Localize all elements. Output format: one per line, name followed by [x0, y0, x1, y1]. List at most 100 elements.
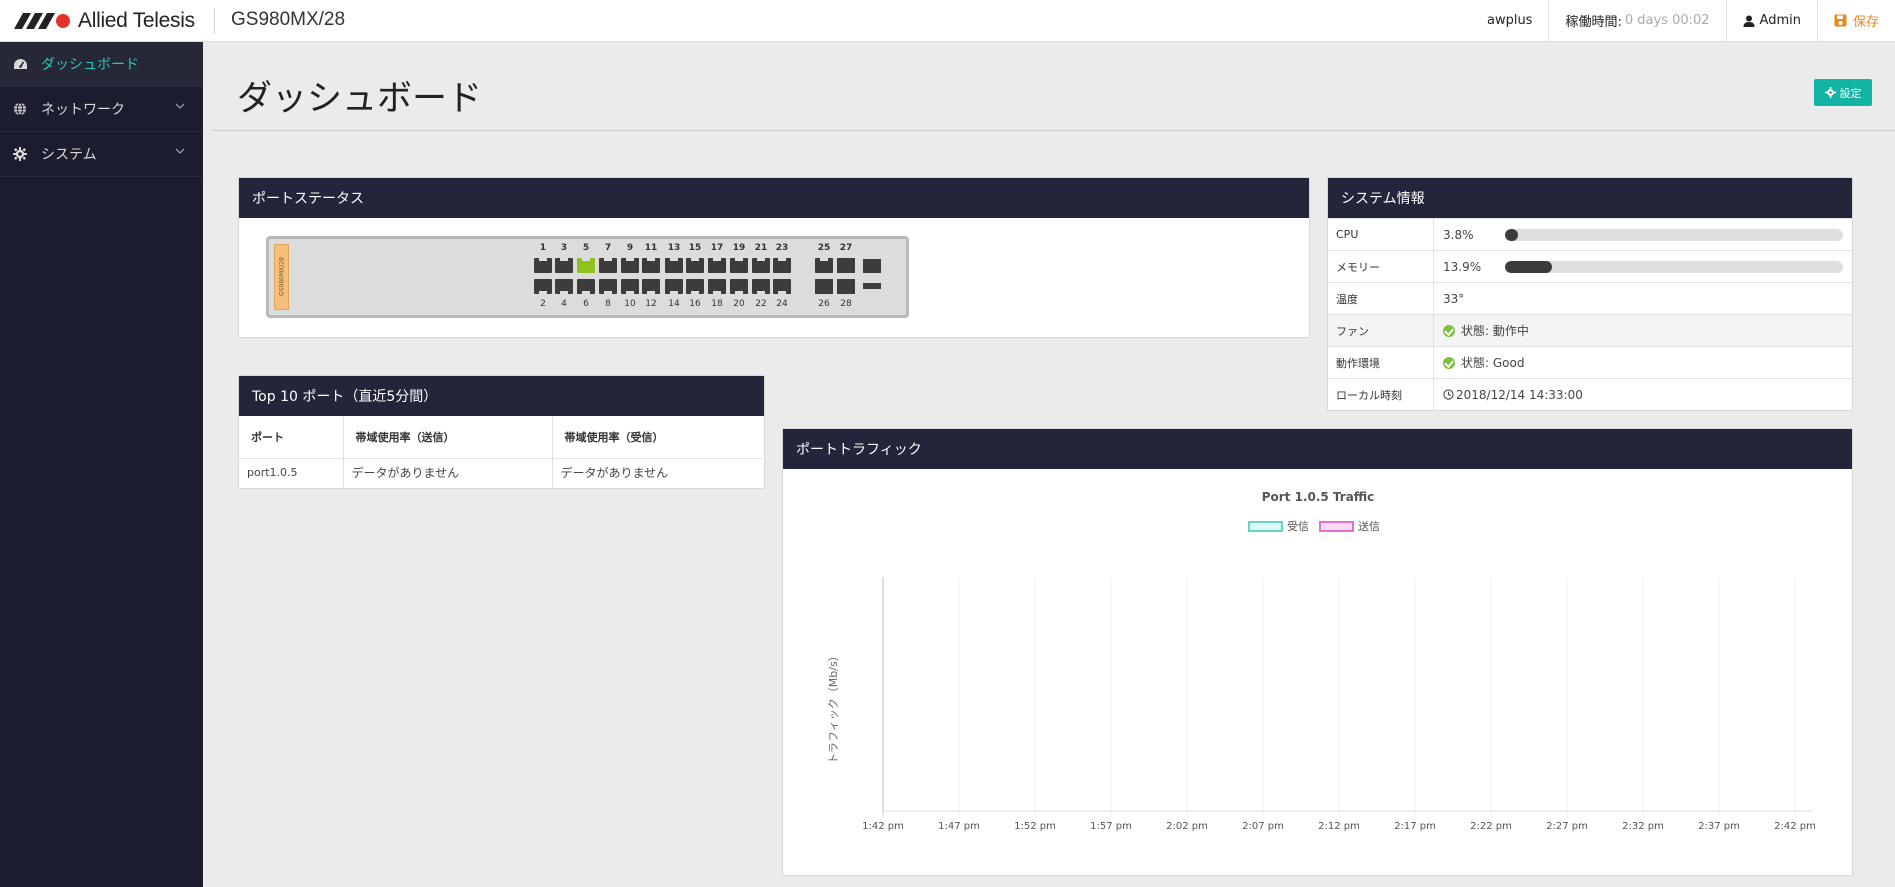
- port-13[interactable]: [665, 258, 683, 273]
- port-number: 23: [775, 243, 789, 253]
- globe-icon: [12, 101, 28, 117]
- x-tick-label: 1:47 pm: [938, 821, 980, 832]
- sidebar-item-label: システム: [41, 147, 97, 163]
- x-tick-label: 2:27 pm: [1546, 821, 1588, 832]
- port-number: 22: [755, 299, 767, 309]
- sidebar-item-network[interactable]: ネットワーク: [0, 87, 203, 132]
- system-info-text: 33°: [1443, 291, 1465, 306]
- port-18[interactable]: [708, 279, 726, 294]
- port-number: 20: [733, 299, 745, 309]
- page-divider: [212, 130, 1895, 131]
- chevron-down-icon: [175, 148, 185, 154]
- system-info-row: 温度 33°: [1328, 282, 1852, 314]
- port-number: 10: [624, 299, 636, 309]
- dashboard-icon: [12, 56, 28, 72]
- sidebar-item-label: ダッシュボード: [41, 57, 139, 73]
- port-22[interactable]: [752, 279, 770, 294]
- port-25[interactable]: [815, 258, 833, 273]
- gear-icon: [1824, 87, 1836, 98]
- system-info-label: ファン: [1328, 315, 1434, 346]
- settings-button[interactable]: 設定: [1814, 79, 1872, 106]
- system-info-row: 動作環境 状態: Good: [1328, 346, 1852, 378]
- x-tick-label: 1:57 pm: [1090, 821, 1132, 832]
- usage-bar-fill: [1505, 229, 1518, 241]
- header-status-area: awplus 稼働時間: 0 days 00:02 Admin 保存: [1471, 0, 1895, 41]
- gear-icon: [12, 146, 28, 162]
- save-button[interactable]: 保存: [1816, 0, 1895, 41]
- port-24[interactable]: [773, 279, 791, 294]
- x-tick-label: 1:52 pm: [1014, 821, 1056, 832]
- column-header: 帯域使用率（受信）: [552, 416, 763, 459]
- panel-title: システム情報: [1328, 178, 1852, 218]
- system-info-value: 状態: Good: [1434, 347, 1524, 378]
- x-tick-label: 2:12 pm: [1318, 821, 1360, 832]
- port-27[interactable]: [837, 258, 855, 273]
- port-23[interactable]: [773, 258, 791, 273]
- check-circle-icon: [1443, 356, 1455, 369]
- port-12[interactable]: [642, 279, 660, 294]
- table-row: port1.0.5 データがありません データがありません: [239, 458, 763, 487]
- port-19[interactable]: [730, 258, 748, 273]
- system-info-value: 13.9%: [1434, 251, 1481, 282]
- sidebar: ダッシュボード ネットワーク システム: [0, 42, 203, 887]
- system-info-row: メモリー 13.9%: [1328, 250, 1852, 282]
- port-21[interactable]: [752, 258, 770, 273]
- system-info-text: 13.9%: [1443, 259, 1482, 274]
- port-4[interactable]: [555, 279, 573, 294]
- x-tick-label: 1:42 pm: [862, 821, 904, 832]
- rx-cell: データがありません: [560, 466, 669, 481]
- hostname: awplus: [1471, 0, 1548, 41]
- management-port[interactable]: [863, 259, 881, 273]
- x-tick-label: 2:32 pm: [1622, 821, 1664, 832]
- port-16[interactable]: [686, 279, 704, 294]
- port-7[interactable]: [599, 258, 617, 273]
- port-3[interactable]: [555, 258, 573, 273]
- sidebar-item-dashboard[interactable]: ダッシュボード: [0, 42, 203, 87]
- port-2[interactable]: [534, 279, 552, 294]
- x-tick-label: 2:02 pm: [1166, 821, 1208, 832]
- port-number: 21: [754, 243, 768, 253]
- port-1[interactable]: [534, 258, 552, 273]
- port-15[interactable]: [686, 258, 704, 273]
- usage-bar: [1505, 261, 1843, 273]
- sidebar-item-label: ネットワーク: [41, 102, 125, 118]
- system-info-text: 3.8%: [1443, 227, 1474, 242]
- port-number: 13: [667, 243, 681, 253]
- brand-logo[interactable]: Allied Telesis: [14, 9, 195, 33]
- x-tick-label: 2:42 pm: [1774, 821, 1816, 832]
- port-9[interactable]: [621, 258, 639, 273]
- port-number: 2: [540, 299, 546, 309]
- top-bar: Allied Telesis GS980MX/28 awplus 稼働時間: 0…: [0, 0, 1895, 42]
- port-5[interactable]: [577, 258, 595, 273]
- user-name: Admin: [1759, 13, 1801, 28]
- port-6[interactable]: [577, 279, 595, 294]
- clock-icon: [1443, 389, 1454, 400]
- system-info-label: 動作環境: [1328, 347, 1434, 378]
- usb-port[interactable]: [863, 283, 881, 289]
- port-11[interactable]: [642, 258, 660, 273]
- user-icon: [1743, 15, 1755, 27]
- port-17[interactable]: [708, 258, 726, 273]
- hostname-text: awplus: [1486, 13, 1533, 28]
- port-20[interactable]: [730, 279, 748, 294]
- port-14[interactable]: [665, 279, 683, 294]
- port-26[interactable]: [815, 279, 833, 294]
- usage-bar: [1505, 229, 1843, 241]
- system-info-value: 33°: [1434, 283, 1464, 314]
- system-info-panel: システム情報 CPU 3.8% メモリー 13.9% 温度 33° ファン 状態: 動作中 動作…: [1327, 177, 1853, 411]
- sidebar-item-system[interactable]: システム: [0, 132, 203, 177]
- user-menu[interactable]: Admin: [1725, 0, 1817, 41]
- system-info-label: CPU: [1328, 219, 1434, 250]
- column-header: 帯域使用率（送信）: [343, 416, 553, 459]
- port-8[interactable]: [599, 279, 617, 294]
- settings-label: 設定: [1839, 86, 1862, 100]
- port-number: 19: [732, 243, 746, 253]
- port-number: 6: [583, 299, 589, 309]
- port-10[interactable]: [621, 279, 639, 294]
- save-icon: [1834, 14, 1847, 27]
- x-tick-label: 2:22 pm: [1470, 821, 1512, 832]
- port-28[interactable]: [837, 279, 855, 294]
- x-tick-label: 2:07 pm: [1242, 821, 1284, 832]
- system-info-text: 2018/12/14 14:33:00: [1456, 387, 1583, 402]
- port-number: 4: [561, 299, 567, 309]
